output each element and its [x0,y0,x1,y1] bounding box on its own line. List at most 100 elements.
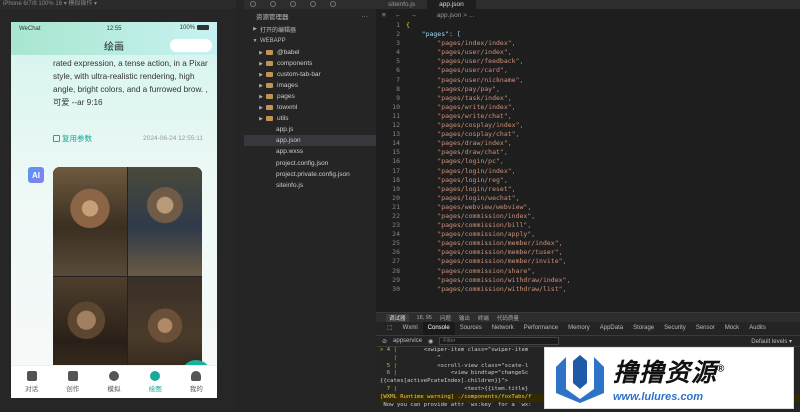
tab-app-json[interactable]: app.json [427,0,476,9]
chevron-right-icon: ▶ [259,60,263,67]
devtools-tab-audits[interactable]: Audits [744,322,771,335]
devtools-tab-appdata[interactable]: AppData [595,322,628,335]
tab-draw[interactable]: 绘图 [135,366,176,398]
tab-profile[interactable]: 我的 [176,366,217,398]
image-tile[interactable] [128,167,202,276]
project-section[interactable]: ▼ WEBAPP [244,35,376,47]
watermark-logo-icon [556,355,604,403]
draw-icon [150,371,161,381]
devtools-tab-performance[interactable]: Performance [519,322,563,335]
simulator-toolbar[interactable]: iPhone 6/7/8 100% 16 ▾ 模拟操作 ▾ [0,0,236,9]
phone-screen: WeChat 12:55 100% 绘画 rated expression, a… [11,22,217,398]
problems-tab[interactable]: 问题 [440,314,451,322]
extensions-icon[interactable] [330,1,336,7]
output-tab[interactable]: 输出 [459,314,470,322]
code-text: "pages/commission/member/tuser", [406,248,563,257]
chat-content[interactable]: rated expression, a tense action, in a P… [11,55,217,390]
code-line: 1{ [376,21,800,30]
files-icon[interactable] [250,1,256,7]
debug-icon[interactable] [310,1,316,7]
file-item[interactable]: app.js [244,124,376,135]
eye-icon[interactable]: ◉ [428,338,433,345]
editor-nav: ≡ ← → [376,12,437,19]
devtools-tab-sources[interactable]: Sources [455,322,487,335]
nav-bar: 绘画 [11,35,217,55]
git-icon[interactable] [290,1,296,7]
folder-icon [266,94,273,99]
devtools-tab-sensor[interactable]: Sensor [691,322,720,335]
line-number: 10 [392,102,400,111]
generated-image[interactable] [53,167,202,385]
devtools-tab-mock[interactable]: Mock [720,322,744,335]
line-number: 6 [396,66,400,75]
line-number: 14 [392,139,400,148]
back-icon[interactable]: ← [395,12,402,19]
forward-icon[interactable]: → [410,12,417,19]
chevron-down-icon: ▼ [252,38,258,44]
folder-item[interactable]: ▶ towxml [244,102,376,113]
code-editor[interactable]: 1{2 "pages": [3 "pages/index/index", 4 "p… [376,21,800,312]
file-item[interactable]: app.json [244,135,376,147]
code-line: 27 "pages/commission/member/invite", [376,257,800,266]
open-editors-section[interactable]: ▶ 打开的编辑器 [244,23,376,35]
code-text: "pages/commission/member/index", [406,239,563,248]
devtools-tab-storage[interactable]: Storage [628,322,659,335]
file-item[interactable]: project.private.config.json [244,169,376,180]
code-text: { [406,21,410,29]
console-filter-input[interactable] [439,337,560,345]
devtools-tab-memory[interactable]: Memory [563,322,595,335]
more-icon[interactable]: ··· [362,13,369,20]
clear-console-icon[interactable]: ⊘ [382,338,387,345]
file-item[interactable]: siteinfo.js [244,180,376,191]
code-quality-tab[interactable]: 代码质量 [497,314,519,322]
devtools-tab-wxml[interactable]: Wxml [398,322,423,335]
code-line: 26 "pages/commission/member/tuser", [376,248,800,257]
log-levels-select[interactable]: Default levels ▾ [751,338,792,345]
line-number: 20 [392,193,400,202]
image-tile[interactable] [53,167,127,276]
tab-siteinfo[interactable]: siteinfo.js [376,0,427,9]
devtools-tab-security[interactable]: Security [659,322,691,335]
console-line-number: 5 | [380,362,397,369]
context-select[interactable]: appservice [393,338,422,344]
folder-item[interactable]: ▶ components [244,58,376,69]
battery-status: 100% [169,25,209,32]
message-meta: 复用参数 2024-06-24 12:55:11 [53,133,203,144]
code-text: "pages/user/index", [406,48,512,57]
folder-item[interactable]: ▶ images [244,80,376,91]
terminal-tab[interactable]: 终端 [478,314,489,322]
folder-item[interactable]: ▶ custom-tab-bar [244,69,376,80]
code-line: 16 "pages/login/pc", [376,157,800,166]
code-line: 3 "pages/index/index", [376,39,800,48]
chevron-right-icon: ▶ [259,104,263,111]
chevron-right-icon: ▶ [253,26,257,32]
folder-item[interactable]: ▶ utils [244,113,376,124]
tab-create[interactable]: 创作 [52,366,93,398]
copy-icon [53,135,60,142]
tab-simulate[interactable]: 模拟 [93,366,134,398]
reuse-params-button[interactable]: 复用参数 [53,133,92,144]
code-line: 5 "pages/user/feedback", [376,57,800,66]
inspect-icon[interactable]: ⬚ [382,322,398,335]
line-number: 30 [392,284,400,293]
tab-chat[interactable]: 对话 [11,366,52,398]
chat-icon [26,371,37,381]
folder-icon [266,105,273,110]
code-line: 12 "pages/cosplay/index", [376,121,800,130]
devtools-tab-console[interactable]: Console [422,322,455,335]
search-icon[interactable] [270,1,276,7]
code-line: 9 "pages/task/index", [376,94,800,103]
list-icon[interactable]: ≡ [382,12,386,19]
devtools-tab-network[interactable]: Network [487,322,519,335]
file-item[interactable]: project.config.json [244,158,376,169]
folder-item[interactable]: ▶ pages [244,91,376,102]
line-number: 21 [392,202,400,211]
devtools-tabs: ⬚ Wxml Console Sources Network Performance Mem… [376,322,800,335]
debugger-tab[interactable]: 调试器 [386,313,409,322]
file-item[interactable]: app.wxss [244,146,376,157]
status-time: 12:55 [106,25,122,32]
folder-item[interactable]: ▶ @babel [244,47,376,58]
console-text: [WXML Runtime warning] ./components/foxT… [380,393,532,400]
code-text: "pages/task/index", [406,93,512,102]
menu-capsule[interactable] [170,39,212,52]
